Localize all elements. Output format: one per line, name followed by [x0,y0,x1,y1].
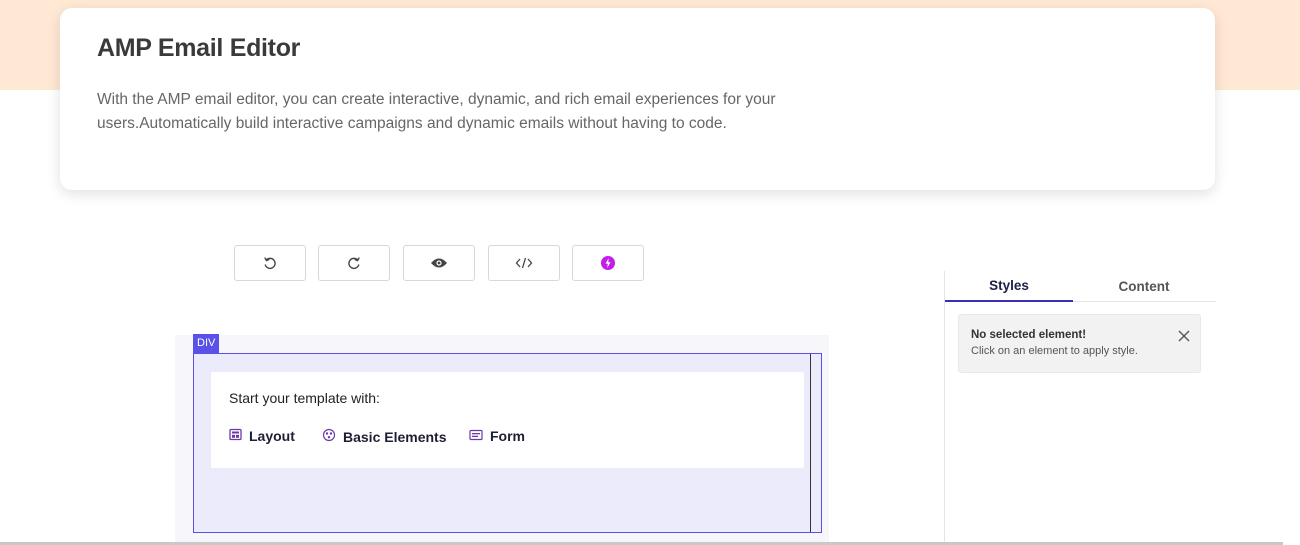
code-icon [515,257,533,269]
page-description: With the AMP email editor, you can creat… [97,91,776,132]
option-layout[interactable]: Layout [229,428,295,444]
undo-button[interactable] [234,245,306,281]
close-icon[interactable] [1177,329,1191,343]
tab-styles[interactable]: Styles [945,271,1073,302]
redo-icon [346,255,362,271]
notice-text: Click on an element to apply style. [971,345,1138,357]
option-basic-elements[interactable]: Basic Elements [322,428,447,445]
redo-button[interactable] [318,245,390,281]
lightning-icon [600,255,616,271]
panel-tabs: Styles Content [945,271,1216,302]
element-tag-label: DIV [193,334,220,353]
notice-title: No selected element! [971,329,1087,341]
undo-icon [262,255,278,271]
eye-icon [430,257,448,269]
option-form-label: Form [490,428,525,444]
option-form[interactable]: Form [469,428,525,444]
code-view-button[interactable] [488,245,560,281]
header-card: AMP Email Editor With the AMP email edit… [60,8,1215,190]
form-icon [469,428,483,444]
option-basic-elements-label: Basic Elements [343,428,447,445]
amp-button[interactable] [572,245,644,281]
preview-button[interactable] [403,245,475,281]
properties-panel: Styles Content No selected element! Clic… [944,271,1216,545]
start-template-title: Start your template with: [229,390,380,406]
page-title: AMP Email Editor [97,34,301,62]
no-selection-notice: No selected element! Click on an element… [958,314,1201,373]
layout-icon [229,428,242,444]
start-template-card: Start your template with: Layout Basic E… [211,372,804,468]
basic-elements-icon [322,428,336,445]
tab-content[interactable]: Content [1078,271,1210,301]
option-layout-label: Layout [249,428,295,444]
container-edge [810,354,811,532]
